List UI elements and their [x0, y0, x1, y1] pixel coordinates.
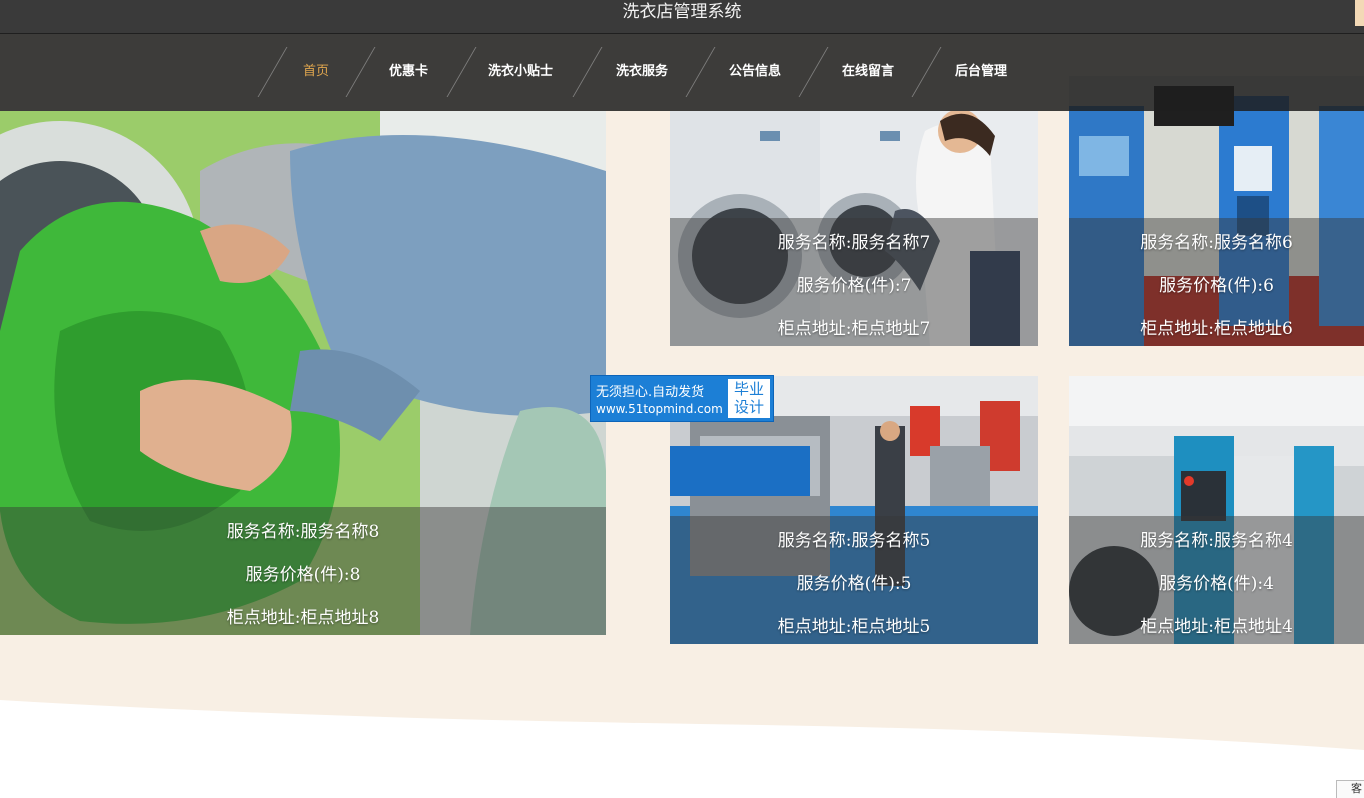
- watermark-slogan: 无须担心.自动发货: [596, 385, 705, 400]
- service-address: 柜点地址:柜点地址6: [1140, 319, 1293, 339]
- service-price: 服务价格(件):8: [245, 565, 361, 585]
- service-price: 服务价格(件):6: [1159, 276, 1274, 296]
- card-caption: 服务名称:服务名称6 服务价格(件):6 柜点地址:柜点地址6: [1069, 218, 1364, 346]
- service-name: 服务名称:服务名称4: [1140, 531, 1293, 551]
- service-price: 服务价格(件):7: [796, 276, 912, 296]
- card-caption: 服务名称:服务名称4 服务价格(件):4 柜点地址:柜点地址4: [1069, 516, 1364, 644]
- service-name: 服务名称:服务名称7: [777, 233, 931, 253]
- nav-item-laundry-service[interactable]: 洗衣服务: [616, 61, 668, 83]
- watermark-tag-line1: 毕业: [733, 380, 764, 398]
- nav-item-admin[interactable]: 后台管理: [955, 61, 1007, 83]
- nav-divider: [345, 47, 376, 97]
- nav-item-laundry-tips[interactable]: 洗衣小贴士: [488, 61, 553, 83]
- watermark-url: www.51topmind.com: [596, 402, 723, 416]
- nav-item-announcements[interactable]: 公告信息: [729, 61, 781, 83]
- service-address: 柜点地址:柜点地址4: [1140, 617, 1293, 637]
- service-card-large[interactable]: 服务名称:服务名称8 服务价格(件):8 柜点地址:柜点地址8: [0, 111, 606, 635]
- service-card[interactable]: 服务名称:服务名称7 服务价格(件):7 柜点地址:柜点地址7: [670, 111, 1038, 346]
- service-price: 服务价格(件):5: [796, 574, 912, 594]
- service-address: 柜点地址:柜点地址7: [777, 319, 931, 339]
- nav-item-online-message[interactable]: 在线留言: [842, 61, 894, 83]
- card-caption: 服务名称:服务名称8 服务价格(件):8 柜点地址:柜点地址8: [0, 507, 606, 635]
- service-price: 服务价格(件):4: [1159, 574, 1274, 594]
- watermark-badge: 无须担心.自动发货 www.51topmind.com 毕业 设计: [590, 375, 774, 422]
- nav-item-coupon-card[interactable]: 优惠卡: [389, 61, 428, 83]
- bottom-wave-decoration: [0, 700, 1364, 798]
- service-name: 服务名称:服务名称6: [1140, 233, 1293, 253]
- nav-divider: [446, 47, 477, 97]
- title-bar: 洗衣店管理系统: [0, 0, 1364, 34]
- nav-divider: [911, 47, 942, 97]
- watermark-tag: 毕业 设计: [728, 379, 770, 418]
- nav-divider: [257, 47, 288, 97]
- service-name: 服务名称:服务名称8: [226, 522, 380, 542]
- service-address: 柜点地址:柜点地址5: [777, 617, 931, 637]
- main-nav: 首页 优惠卡 洗衣小贴士 洗衣服务 公告信息 在线留言 后台管理: [0, 33, 1364, 111]
- service-card[interactable]: 服务名称:服务名称6 服务价格(件):6 柜点地址:柜点地址6: [1069, 76, 1364, 346]
- site-title: 洗衣店管理系统: [622, 2, 742, 22]
- nav-divider: [798, 47, 829, 97]
- customer-service-button[interactable]: 客: [1336, 780, 1364, 798]
- nav-item-home[interactable]: 首页: [303, 61, 329, 83]
- corner-decoration: [1355, 0, 1364, 26]
- watermark-tag-line2: 设计: [733, 398, 764, 416]
- service-address: 柜点地址:柜点地址8: [226, 608, 380, 628]
- card-caption: 服务名称:服务名称7 服务价格(件):7 柜点地址:柜点地址7: [670, 218, 1038, 346]
- service-card[interactable]: 服务名称:服务名称4 服务价格(件):4 柜点地址:柜点地址4: [1069, 376, 1364, 644]
- nav-divider: [572, 47, 603, 97]
- service-name: 服务名称:服务名称5: [777, 531, 931, 551]
- card-caption: 服务名称:服务名称5 服务价格(件):5 柜点地址:柜点地址5: [670, 516, 1038, 644]
- nav-divider: [685, 47, 716, 97]
